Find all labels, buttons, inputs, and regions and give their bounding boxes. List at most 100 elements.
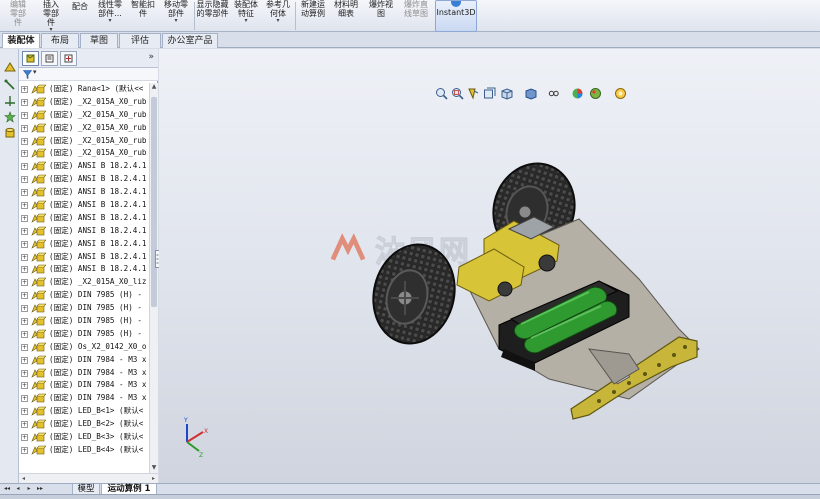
axis-icon[interactable] bbox=[4, 95, 16, 107]
cylinder-icon[interactable] bbox=[4, 127, 16, 139]
tree-row[interactable]: + (固定) ANSI B 18.2.4.1 bbox=[19, 199, 149, 212]
line-tool-icon[interactable] bbox=[4, 79, 16, 91]
move-component-dropdown-icon[interactable]: ▾ bbox=[159, 18, 193, 24]
nav-last-button[interactable]: ▸▸ bbox=[35, 484, 45, 494]
tree-row[interactable]: + (固定) DIN 7984 - M3 x bbox=[19, 367, 149, 380]
tree-row[interactable]: + (固定) DIN 7984 - M3 x bbox=[19, 392, 149, 405]
tree-row[interactable]: + (固定) ANSI B 18.2.4.1 bbox=[19, 212, 149, 225]
tree-row[interactable]: + (固定) DIN 7985 (H) - bbox=[19, 302, 149, 315]
expand-toggle-icon[interactable]: + bbox=[21, 98, 28, 106]
edit-component-button[interactable]: 编辑零部件 bbox=[3, 0, 33, 32]
tree-row[interactable]: + (固定) DIN 7984 - M3 x bbox=[19, 354, 149, 367]
scroll-right-arrow[interactable]: ▸ bbox=[149, 474, 158, 483]
expand-toggle-icon[interactable]: + bbox=[21, 421, 28, 429]
tree-row[interactable]: + (固定) DIN 7984 - M3 x bbox=[19, 379, 149, 392]
expand-toggle-icon[interactable]: + bbox=[21, 163, 28, 171]
assembly-features-dropdown-icon[interactable]: ▾ bbox=[231, 18, 261, 24]
expand-toggle-icon[interactable]: + bbox=[21, 434, 28, 442]
expand-toggle-icon[interactable]: + bbox=[21, 189, 28, 197]
tab-layout[interactable]: 布局 bbox=[41, 33, 79, 48]
tree-row[interactable]: + (固定) _X2_015A_X0_rub bbox=[19, 109, 149, 122]
expand-toggle-icon[interactable]: + bbox=[21, 446, 28, 454]
linear-pattern-button[interactable]: 线性零部件... ▾ bbox=[93, 0, 127, 32]
reference-geometry-dropdown-icon[interactable]: ▾ bbox=[262, 18, 294, 24]
tree-row[interactable]: + (固定) Os_X2_0142_X0_o bbox=[19, 341, 149, 354]
scroll-thumb[interactable] bbox=[151, 97, 157, 307]
expand-toggle-icon[interactable]: + bbox=[21, 369, 28, 377]
linear-pattern-dropdown-icon[interactable]: ▾ bbox=[93, 18, 127, 24]
expand-toggle-icon[interactable]: + bbox=[21, 266, 28, 274]
expand-toggle-icon[interactable]: + bbox=[21, 150, 28, 158]
expand-toggle-icon[interactable]: + bbox=[21, 408, 28, 416]
tree-row[interactable]: + (固定) ANSI B 18.2.4.1 bbox=[19, 263, 149, 276]
tree-horizontal-scrollbar[interactable]: ◂ ▸ bbox=[19, 473, 158, 483]
expand-toggle-icon[interactable]: + bbox=[21, 111, 28, 119]
tree-row[interactable]: + (固定) ANSI B 18.2.4.1 bbox=[19, 238, 149, 251]
tab-sketch[interactable]: 草图 bbox=[80, 33, 118, 48]
tree-row[interactable]: + (固定) DIN 7985 (H) - bbox=[19, 289, 149, 302]
new-motion-study-button[interactable]: 新建运动算例 bbox=[297, 0, 329, 32]
tab-feature-manager[interactable] bbox=[22, 51, 39, 66]
expand-panel-button[interactable]: » bbox=[148, 52, 154, 62]
tree-row[interactable]: + (固定) LED_B<3> (默认< bbox=[19, 431, 149, 444]
nav-first-button[interactable]: ◂◂ bbox=[2, 484, 12, 494]
tree-row[interactable]: + (固定) LED_B<1> (默认< bbox=[19, 405, 149, 418]
expand-toggle-icon[interactable]: + bbox=[21, 305, 28, 313]
tree-row[interactable]: + (固定) LED_B<4> (默认< bbox=[19, 444, 149, 457]
expand-toggle-icon[interactable]: + bbox=[21, 214, 28, 222]
tree-row[interactable]: + (固定) DIN 7985 (H) - bbox=[19, 315, 149, 328]
move-component-button[interactable]: 移动零部件 ▾ bbox=[159, 0, 193, 32]
scroll-down-arrow[interactable]: ▼ bbox=[150, 464, 158, 473]
filter-icon[interactable] bbox=[23, 70, 32, 79]
robot-car-model[interactable]: Y X Z bbox=[159, 49, 820, 483]
tree-row[interactable]: + (固定) ANSI B 18.2.4.1 bbox=[19, 160, 149, 173]
tree-row[interactable]: + (固定) _X2_015A_X0_liz bbox=[19, 276, 149, 289]
reference-geometry-button[interactable]: 参考几何体 ▾ bbox=[262, 0, 294, 32]
expand-toggle-icon[interactable]: + bbox=[21, 318, 28, 326]
tree-row[interactable]: + (固定) ANSI B 18.2.4.1 bbox=[19, 251, 149, 264]
expand-toggle-icon[interactable]: + bbox=[21, 356, 28, 364]
expand-toggle-icon[interactable]: + bbox=[21, 292, 28, 300]
tab-property-manager[interactable] bbox=[41, 51, 58, 66]
show-hidden-components-button[interactable]: 显示隐藏的零部件 bbox=[195, 0, 230, 32]
scroll-up-arrow[interactable]: ▲ bbox=[150, 83, 158, 92]
expand-toggle-icon[interactable]: + bbox=[21, 279, 28, 287]
expand-toggle-icon[interactable]: + bbox=[21, 382, 28, 390]
graphics-viewport[interactable]: 沐风网 www.mfcad.com bbox=[159, 49, 820, 483]
tree-row[interactable]: + (固定) _X2_015A_X0_rub bbox=[19, 147, 149, 160]
smart-fasteners-button[interactable]: 智能扣件 bbox=[128, 0, 158, 32]
expand-toggle-icon[interactable]: + bbox=[21, 124, 28, 132]
tree-row[interactable]: + (固定) ANSI B 18.2.4.1 bbox=[19, 186, 149, 199]
scroll-left-arrow[interactable]: ◂ bbox=[19, 474, 28, 483]
star-icon[interactable] bbox=[4, 111, 16, 123]
expand-toggle-icon[interactable]: + bbox=[21, 86, 28, 93]
insert-component-button[interactable]: 插入零部件 ▾ bbox=[35, 0, 67, 33]
mate-reference-icon[interactable] bbox=[4, 61, 16, 73]
expand-toggle-icon[interactable]: + bbox=[21, 137, 28, 145]
exploded-view-button[interactable]: 爆炸视图 bbox=[366, 0, 396, 32]
expand-toggle-icon[interactable]: + bbox=[21, 330, 28, 338]
expand-toggle-icon[interactable]: + bbox=[21, 202, 28, 210]
tree-vertical-scrollbar[interactable]: ▲ ▼ bbox=[149, 83, 158, 473]
tree-row[interactable]: + (固定) ANSI B 18.2.4.1 bbox=[19, 225, 149, 238]
explode-line-sketch-button[interactable]: 爆炸直线草图 bbox=[399, 0, 433, 32]
bill-of-materials-button[interactable]: 材料明细表 bbox=[331, 0, 361, 32]
expand-toggle-icon[interactable]: + bbox=[21, 343, 28, 351]
assembly-features-button[interactable]: 装配体特征 ▾ bbox=[231, 0, 261, 32]
nav-prev-button[interactable]: ◂ bbox=[13, 484, 23, 494]
tab-assembly[interactable]: 装配体 bbox=[2, 33, 40, 48]
tree-row[interactable]: + (固定) Rana<1> (默认<< bbox=[19, 83, 149, 96]
mate-button[interactable]: 配合 bbox=[68, 0, 92, 32]
tree-row[interactable]: + (固定) _X2_015A_X0_rub bbox=[19, 135, 149, 148]
tree-row[interactable]: + (固定) DIN 7985 (H) - bbox=[19, 328, 149, 341]
expand-toggle-icon[interactable]: + bbox=[21, 240, 28, 248]
filter-dropdown-icon[interactable]: ▾ bbox=[33, 68, 37, 76]
tab-evaluate[interactable]: 评估 bbox=[119, 33, 161, 48]
tab-configuration-manager[interactable] bbox=[60, 51, 77, 66]
expand-toggle-icon[interactable]: + bbox=[21, 395, 28, 403]
tab-office-products[interactable]: 办公室产品 bbox=[162, 33, 218, 48]
tree-row[interactable]: + (固定) _X2_015A_X0_rub bbox=[19, 96, 149, 109]
nav-next-button[interactable]: ▸ bbox=[24, 484, 34, 494]
expand-toggle-icon[interactable]: + bbox=[21, 176, 28, 184]
tree-row[interactable]: + (固定) LED_B<2> (默认< bbox=[19, 418, 149, 431]
